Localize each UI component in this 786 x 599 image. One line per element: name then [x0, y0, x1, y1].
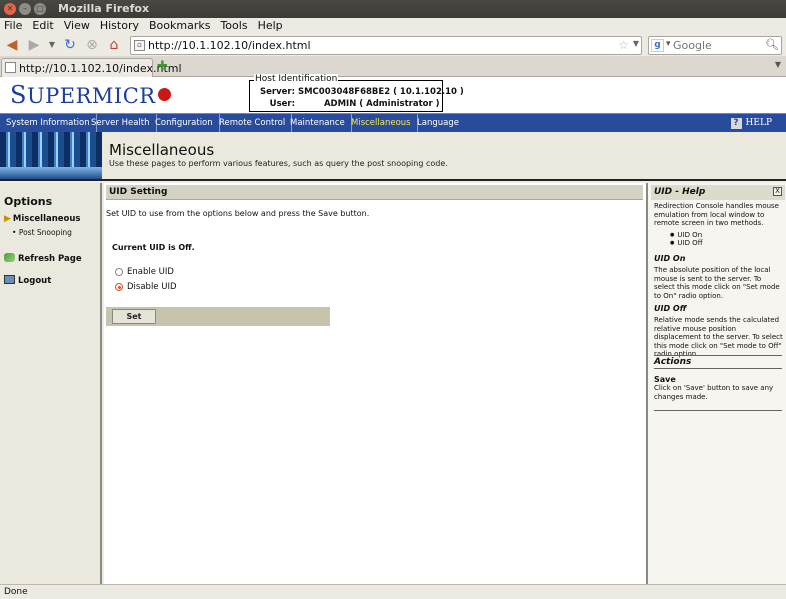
minimize-window-button[interactable]: – — [19, 3, 31, 15]
reload-icon[interactable]: ↻ — [62, 37, 78, 53]
help-bullet-uid-on: UID On — [670, 231, 702, 239]
enable-uid-option[interactable]: Enable UID — [115, 267, 174, 277]
help-actions-title: Actions — [654, 355, 782, 369]
help-link[interactable]: ? HELP — [730, 115, 772, 131]
uid-instructions: Set UID to use from the options below an… — [106, 209, 370, 218]
window-controls: ✕ – □ — [4, 3, 46, 15]
tab-favicon-icon — [5, 62, 16, 73]
search-box[interactable]: g ▾ 🔍︎ — [648, 36, 782, 55]
tab-bar: http://10.1.102.10/index.html ✚ ▼ — [0, 56, 786, 77]
menu-edit[interactable]: Edit — [32, 18, 53, 34]
nav-maintenance[interactable]: Maintenance — [284, 114, 352, 132]
logout-icon — [4, 275, 15, 284]
nav-configuration[interactable]: Configuration — [149, 114, 220, 132]
menu-help[interactable]: Help — [258, 18, 283, 34]
host-identification-legend: Host Identification — [254, 74, 339, 84]
bookmark-star-icon[interactable]: ☆ — [618, 38, 629, 52]
server-value: SMC003048F68BE2 ( 10.1.102.10 ) — [297, 87, 464, 97]
home-icon[interactable]: ⌂ — [106, 37, 122, 53]
page-description: Use these pages to perform various featu… — [109, 159, 448, 168]
menu-bookmarks[interactable]: Bookmarks — [149, 18, 210, 34]
tab-list-dropdown-icon[interactable]: ▼ — [775, 60, 781, 69]
nav-server-health[interactable]: Server Health — [85, 114, 157, 132]
search-icon[interactable]: 🔍︎ — [765, 38, 779, 51]
set-button[interactable]: Set — [112, 309, 156, 324]
url-bar[interactable]: ▫ http://10.1.102.10/index.html ☆ ▼ — [130, 36, 642, 55]
disable-uid-label: Disable UID — [127, 282, 177, 292]
help-bullet-uid-off: UID Off — [670, 239, 702, 247]
help-uid-off-title: UID Off — [654, 304, 687, 313]
menu-file[interactable]: File — [4, 18, 22, 34]
page-banner: Miscellaneous Use these pages to perform… — [0, 132, 786, 181]
menu-view[interactable]: View — [64, 18, 90, 34]
help-save-text: Click on 'Save' button to save any chang… — [654, 384, 774, 401]
help-title: UID - Help — [651, 185, 785, 200]
menu-tools[interactable]: Tools — [220, 18, 247, 34]
nav-remote-control[interactable]: Remote Control — [213, 114, 293, 132]
supermicro-logo: SUPERMICR — [10, 81, 171, 109]
status-bar: Done — [0, 584, 786, 599]
sidebar-item-miscellaneous[interactable]: ▶ Miscellaneous — [4, 214, 81, 224]
help-panel: UID - Help X Redirection Console handles… — [646, 183, 786, 584]
help-divider — [654, 410, 782, 411]
search-input[interactable] — [673, 38, 769, 53]
menu-history[interactable]: History — [100, 18, 139, 34]
disable-uid-option[interactable]: Disable UID — [115, 282, 177, 292]
disable-uid-radio[interactable] — [115, 283, 123, 291]
user-value: ADMIN ( Administrator ) — [323, 99, 440, 109]
user-label: User: — [269, 99, 295, 109]
page-title: Miscellaneous — [109, 141, 215, 159]
nav-miscellaneous[interactable]: Miscellaneous — [345, 114, 418, 132]
refresh-icon — [4, 253, 15, 262]
logo-dot-icon — [157, 88, 171, 101]
help-icon: ? — [730, 118, 742, 129]
browser-tab[interactable]: http://10.1.102.10/index.html — [1, 58, 182, 77]
help-uid-on-title: UID On — [654, 254, 686, 263]
help-save-title: Save — [654, 375, 676, 384]
google-icon[interactable]: g — [651, 39, 664, 52]
page-header: SUPERMICR Host Identification Server: SM… — [0, 74, 786, 113]
help-uid-on-text: The absolute position of the local mouse… — [654, 266, 780, 300]
close-window-button[interactable]: ✕ — [4, 3, 16, 15]
nav-system-information[interactable]: System Information — [0, 114, 97, 132]
window-titlebar: ✕ – □ Mozilla Firefox — [0, 0, 786, 18]
menubar: File Edit View History Bookmarks Tools H… — [0, 18, 786, 34]
options-title: Options — [4, 195, 53, 208]
server-label: Server: — [260, 87, 295, 97]
new-tab-icon[interactable]: ✚ — [157, 59, 168, 74]
main-navigation: System Information Server Health Configu… — [0, 113, 786, 132]
close-help-icon[interactable]: X — [773, 187, 782, 196]
options-sidebar: Options ▶ Miscellaneous • Post Snooping R… — [0, 183, 102, 584]
site-favicon-icon: ▫ — [134, 40, 145, 51]
navigation-toolbar: ◀ ▶ ▼ ↻ ⊗ ⌂ ▫ http://10.1.102.10/index.h… — [0, 34, 786, 56]
datacenter-image — [0, 132, 102, 179]
search-engine-dropdown-icon[interactable]: ▾ — [666, 39, 671, 49]
back-arrow-icon[interactable]: ◀ — [4, 37, 20, 53]
enable-uid-radio[interactable] — [115, 268, 123, 276]
sidebar-item-post-snooping[interactable]: • Post Snooping — [12, 228, 72, 237]
main-content: UID Setting Set UID to use from the opti… — [104, 183, 646, 584]
sidebar-item-refresh-page[interactable]: Refresh Page — [4, 253, 82, 264]
history-dropdown-icon[interactable]: ▼ — [44, 37, 60, 53]
enable-uid-label: Enable UID — [127, 267, 174, 277]
uid-status: Current UID is Off. — [112, 243, 195, 252]
nav-language[interactable]: Language — [411, 114, 465, 132]
expanded-arrow-icon: ▶ — [4, 214, 11, 224]
url-text[interactable]: http://10.1.102.10/index.html — [148, 39, 311, 52]
forward-arrow-icon[interactable]: ▶ — [26, 37, 42, 53]
window-title: Mozilla Firefox — [58, 2, 150, 15]
host-identification: Host Identification Server: SMC003048F68… — [249, 74, 464, 112]
help-intro: Redirection Console handles mouse emulat… — [654, 202, 779, 227]
button-bar: Set — [106, 307, 330, 326]
stop-icon[interactable]: ⊗ — [84, 37, 100, 53]
url-dropdown-icon[interactable]: ▼ — [633, 39, 639, 48]
sidebar-item-logout[interactable]: Logout — [4, 275, 51, 286]
help-uid-off-text: Relative mode sends the calculated relat… — [654, 316, 783, 358]
maximize-window-button[interactable]: □ — [34, 3, 46, 15]
section-title: UID Setting — [106, 185, 643, 200]
